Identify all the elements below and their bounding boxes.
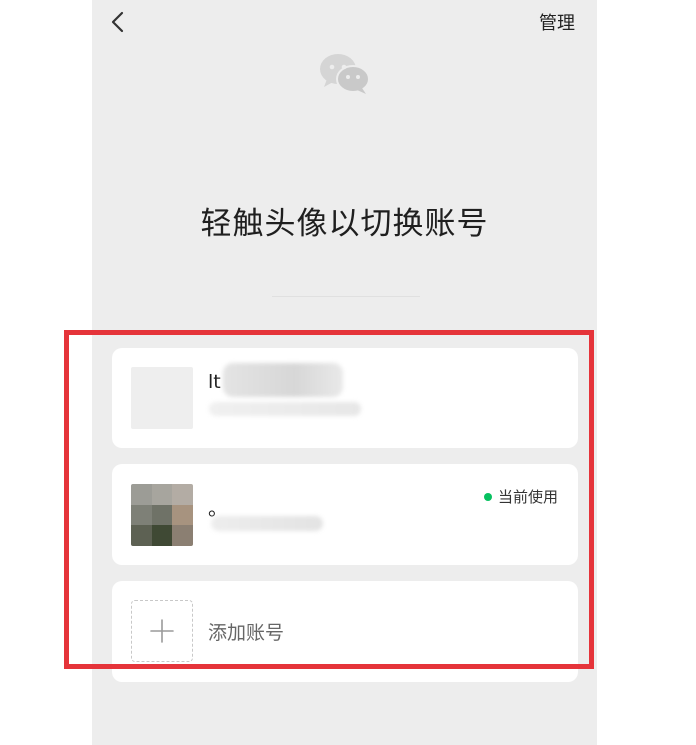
account-name: lt bbox=[208, 371, 221, 393]
account-item[interactable]: lt bbox=[112, 348, 578, 448]
account-item-current[interactable]: 。 当前使用 bbox=[112, 464, 578, 565]
avatar[interactable] bbox=[131, 484, 193, 546]
chevron-left-icon bbox=[111, 11, 124, 33]
redacted-subtitle bbox=[209, 402, 361, 416]
redacted-subtitle bbox=[211, 516, 323, 531]
back-button[interactable] bbox=[102, 6, 134, 38]
avatar[interactable] bbox=[131, 367, 193, 429]
manage-button[interactable]: 管理 bbox=[527, 8, 587, 36]
page-title: 轻触头像以切换账号 bbox=[200, 206, 489, 242]
screen: 管理 轻触头像以切换账号 lt 。 当前使用 添加账号 bbox=[0, 0, 696, 745]
status-label: 当前使用 bbox=[497, 488, 558, 506]
add-account-button[interactable]: 添加账号 bbox=[112, 581, 578, 682]
status-badge: 当前使用 bbox=[483, 486, 558, 507]
plus-icon bbox=[150, 619, 174, 643]
redacted-name bbox=[223, 363, 343, 397]
add-account-label: 添加账号 bbox=[208, 622, 285, 644]
wechat-logo-icon bbox=[317, 52, 373, 96]
status-dot-icon bbox=[483, 492, 492, 501]
divider bbox=[272, 296, 420, 297]
add-account-box[interactable] bbox=[131, 600, 193, 662]
